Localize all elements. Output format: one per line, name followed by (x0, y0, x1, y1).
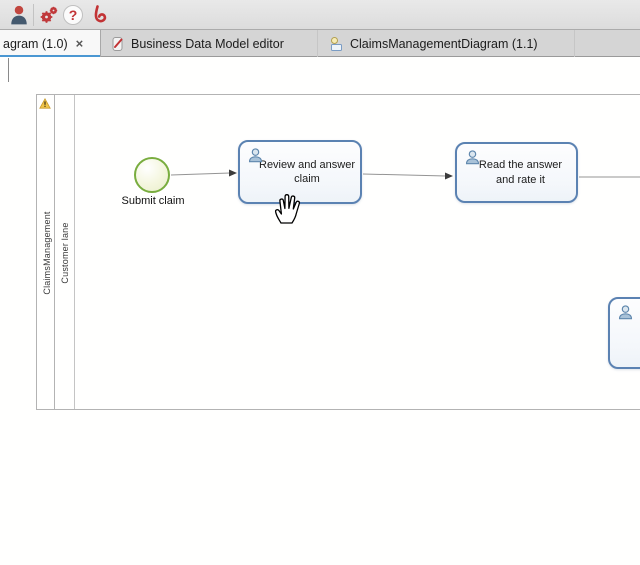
canvas-left-edge (8, 58, 9, 82)
tab-close-icon[interactable]: × (76, 37, 84, 50)
diagram-file-icon (329, 36, 344, 52)
human-task-user-icon (247, 147, 264, 169)
tab-label: Business Data Model editor (131, 37, 284, 51)
user-profile-icon[interactable] (7, 3, 31, 27)
editor-tab-bar: agram (1.0) × Business Data Model editor… (0, 30, 640, 57)
human-task-user-icon (617, 304, 634, 326)
task-label: Review and answer claim (257, 158, 357, 187)
task-read-the-answer-and-rate-it[interactable]: Read the answer and rate it (455, 142, 578, 203)
tab-claims-diagram-1-1[interactable]: ClaimsManagementDiagram (1.1) (319, 30, 575, 57)
human-task-user-icon (464, 149, 481, 171)
toolbar-separator (33, 4, 34, 26)
pool-name-band[interactable]: ClaimsManagement (37, 95, 55, 409)
main-toolbar: ? (0, 0, 640, 30)
warning-icon (39, 96, 51, 114)
task-partial-right-edge[interactable] (608, 297, 640, 369)
tab-claims-diagram-1-0[interactable]: agram (1.0) × (0, 30, 101, 57)
task-label: Read the answer and rate it (471, 158, 571, 187)
pool-name-label: ClaimsManagement (42, 211, 52, 294)
start-event-label: Submit claim (108, 195, 198, 207)
help-question-glyph: ? (63, 5, 83, 25)
help-icon[interactable]: ? (61, 3, 85, 27)
tab-label: ClaimsManagementDiagram (1.1) (350, 37, 538, 51)
application-window: ? agram (1.0) × Business Data Model edit… (0, 0, 640, 565)
bdm-editor-icon (111, 36, 125, 52)
gears-icon[interactable] (37, 3, 61, 27)
bonita-logo-icon[interactable] (88, 3, 112, 27)
lane-customer-band[interactable]: Customer lane (55, 95, 75, 409)
tab-label: agram (1.0) (3, 37, 68, 51)
lane-name-label: Customer lane (60, 222, 70, 283)
start-event-submit-claim[interactable] (134, 157, 170, 193)
diagram-canvas[interactable]: ClaimsManagement Customer lane Submit cl… (0, 57, 640, 565)
tab-business-data-model-editor[interactable]: Business Data Model editor (102, 30, 318, 57)
task-review-and-answer-claim[interactable]: Review and answer claim (238, 140, 362, 204)
